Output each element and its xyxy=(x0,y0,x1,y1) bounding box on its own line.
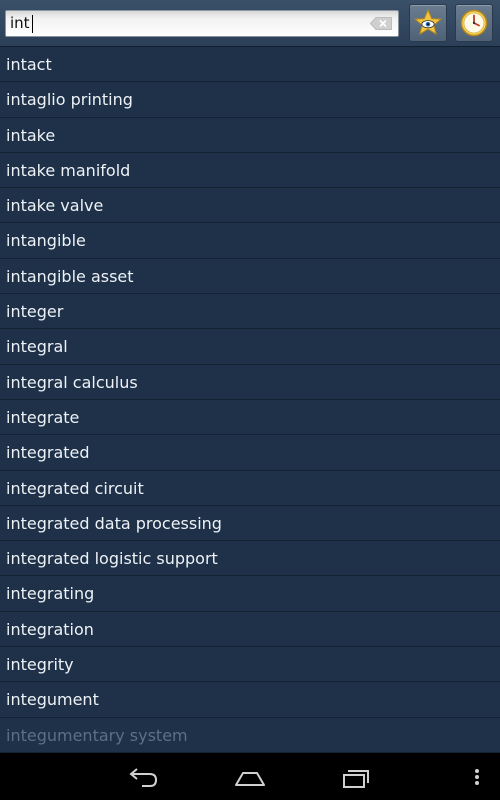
word-list-item[interactable]: integrate xyxy=(0,400,500,436)
clock-icon xyxy=(460,9,488,37)
dictionary-app: intactintaglio printingintakeintake mani… xyxy=(0,0,500,800)
word-list-item[interactable]: intaglio printing xyxy=(0,82,500,118)
history-button[interactable] xyxy=(455,4,493,42)
word-list-item[interactable]: integration xyxy=(0,612,500,648)
search-toolbar xyxy=(0,0,500,47)
search-input[interactable] xyxy=(6,11,366,36)
word-list-item[interactable]: integumentary system xyxy=(0,718,500,753)
favorites-button[interactable] xyxy=(409,4,447,42)
word-list-item[interactable]: intact xyxy=(0,47,500,83)
word-list-item[interactable]: intake xyxy=(0,118,500,153)
star-eye-icon xyxy=(413,8,443,36)
word-list-item[interactable]: intangible xyxy=(0,223,500,259)
word-list-item[interactable]: integer xyxy=(0,294,500,330)
overflow-menu-icon[interactable] xyxy=(470,763,484,791)
word-list-item[interactable]: integrated data processing xyxy=(0,506,500,542)
word-list-item[interactable]: integrity xyxy=(0,647,500,683)
word-list-item[interactable]: intake valve xyxy=(0,188,500,224)
word-list-item[interactable]: integral calculus xyxy=(0,365,500,400)
word-list-item[interactable]: integral xyxy=(0,329,500,365)
clear-text-icon[interactable] xyxy=(370,17,392,30)
word-list-item[interactable]: integrated circuit xyxy=(0,471,500,506)
word-list-item[interactable]: intake manifold xyxy=(0,153,500,189)
back-icon[interactable] xyxy=(128,763,160,791)
word-list-item[interactable]: integument xyxy=(0,682,500,718)
search-box[interactable] xyxy=(5,10,399,37)
text-caret xyxy=(32,15,33,33)
word-list: intact intaglio printing intake intake mani… xyxy=(0,47,500,753)
word-list-item[interactable]: integrated xyxy=(0,435,500,471)
word-list-item[interactable]: integrating xyxy=(0,576,500,612)
word-list-item[interactable]: intangible asset xyxy=(0,259,500,295)
navigation-bar xyxy=(0,753,500,800)
home-icon[interactable] xyxy=(233,763,267,791)
word-list-item[interactable]: integrated logistic support xyxy=(0,541,500,577)
recent-apps-icon[interactable] xyxy=(341,763,373,791)
